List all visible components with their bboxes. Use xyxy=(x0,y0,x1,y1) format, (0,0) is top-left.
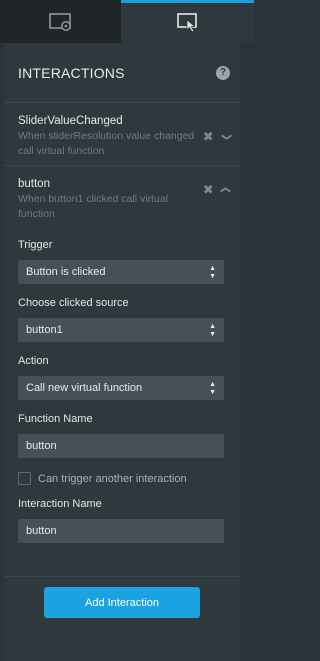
add-interaction-wrap: Add Interaction xyxy=(4,587,240,618)
page-title: INTERACTIONS xyxy=(18,64,125,81)
select-arrows-icon: ▲ ▼ xyxy=(209,322,216,338)
interaction-name-field[interactable]: button xyxy=(18,519,224,543)
interaction-title: SliderValueChanged xyxy=(18,115,123,127)
select-arrows-icon: ▲ ▼ xyxy=(209,264,216,280)
tab-screen-settings[interactable] xyxy=(0,0,121,43)
interaction-controls: ✖ ❯ xyxy=(203,183,231,196)
trigger-value: Button is clicked xyxy=(26,266,106,278)
add-interaction-button[interactable]: Add Interaction xyxy=(44,587,200,618)
interaction-item[interactable]: SliderValueChanged When sliderResolution… xyxy=(4,103,240,166)
interactions-panel: INTERACTIONS ? SliderValueChanged When s… xyxy=(4,43,240,661)
action-value: Call new virtual function xyxy=(26,382,143,394)
scrollbar-track[interactable] xyxy=(240,43,254,661)
delete-icon[interactable]: ✖ xyxy=(203,130,214,143)
delete-icon[interactable]: ✖ xyxy=(203,183,214,196)
interaction-description: When button1 clicked call virtual functi… xyxy=(18,193,168,220)
trigger-label: Trigger xyxy=(18,239,53,251)
chain-checkbox[interactable] xyxy=(18,472,31,485)
interaction-controls: ✖ ❯ xyxy=(203,130,232,143)
help-icon[interactable]: ? xyxy=(216,65,230,80)
trigger-select[interactable]: Button is clicked ▲ ▼ xyxy=(18,260,224,284)
chevron-down-icon[interactable]: ❯ xyxy=(221,132,232,140)
action-select[interactable]: Call new virtual function ▲ ▼ xyxy=(18,376,224,400)
chain-option: Can trigger another interaction xyxy=(18,472,226,485)
screen-touch-icon xyxy=(176,13,197,33)
function-name-value: button xyxy=(26,440,57,452)
interaction-item-expanded: button When button1 clicked call virtual… xyxy=(4,166,240,577)
tab-bar xyxy=(0,0,254,43)
panel-header: INTERACTIONS ? xyxy=(4,43,240,103)
action-label: Action xyxy=(18,355,49,367)
function-name-field[interactable]: button xyxy=(18,434,224,458)
interaction-title[interactable]: button xyxy=(18,177,226,191)
chevron-up-icon[interactable]: ❯ xyxy=(220,185,231,193)
interaction-name-label: Interaction Name xyxy=(18,498,102,510)
source-value: button1 xyxy=(26,324,63,336)
interaction-name-value: button xyxy=(26,525,57,537)
interaction-description: When sliderResolution value changed call… xyxy=(18,130,195,157)
screen-settings-icon xyxy=(48,12,71,31)
chain-label[interactable]: Can trigger another interaction xyxy=(38,473,187,485)
function-name-label: Function Name xyxy=(18,413,93,425)
tab-interactions[interactable] xyxy=(121,0,254,43)
source-label: Choose clicked source xyxy=(18,297,129,309)
select-arrows-icon: ▲ ▼ xyxy=(209,380,216,396)
source-select[interactable]: button1 ▲ ▼ xyxy=(18,318,224,342)
